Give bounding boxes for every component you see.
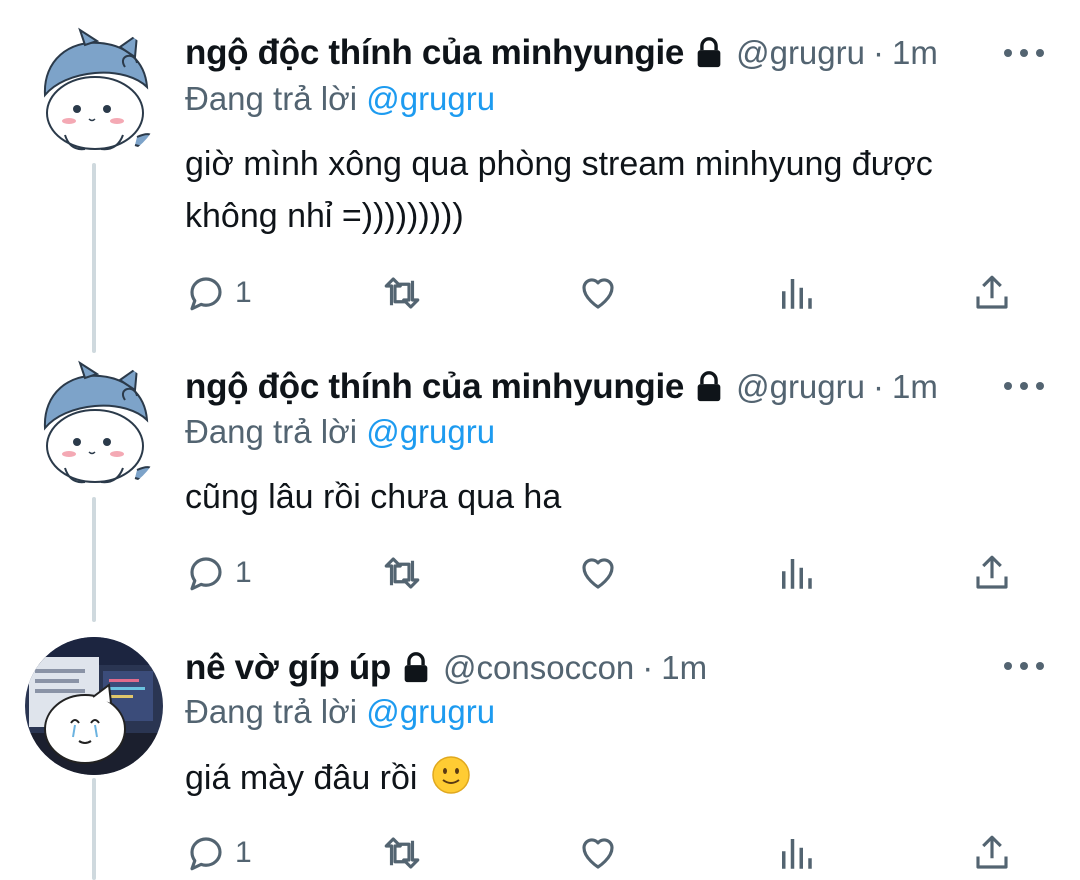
share-button[interactable] xyxy=(971,828,1013,878)
display-name[interactable]: ngộ độc thính của minhyungie xyxy=(185,33,684,73)
views-button[interactable] xyxy=(775,548,817,598)
thread-connector xyxy=(92,497,96,622)
replying-prefix: Đang trả lời xyxy=(185,413,358,450)
share-icon xyxy=(976,835,1008,869)
reply-icon xyxy=(190,557,222,591)
share-button[interactable] xyxy=(971,268,1013,318)
more-icon[interactable] xyxy=(1004,43,1044,63)
separator-dot: · xyxy=(872,368,884,405)
action-bar: 1 xyxy=(185,548,1025,598)
reply-button[interactable]: 1 xyxy=(185,268,252,318)
replying-to: Đang trả lời @grugru xyxy=(185,80,495,118)
cat-avatar-icon xyxy=(25,358,163,496)
slightly-smiling-face-icon xyxy=(432,756,470,794)
mention-link[interactable]: @grugru xyxy=(366,80,495,117)
like-button[interactable] xyxy=(577,828,619,878)
lock-icon xyxy=(404,652,428,683)
retweet-icon xyxy=(384,277,420,309)
replying-prefix: Đang trả lời xyxy=(185,80,358,117)
views-icon xyxy=(782,559,812,589)
separator-dot: · xyxy=(642,649,654,686)
tweet-text: cũng lâu rồi chưa qua ha xyxy=(185,478,562,516)
action-bar: 1 xyxy=(185,268,1025,318)
separator-dot: · xyxy=(872,34,884,71)
more-icon[interactable] xyxy=(1004,376,1044,396)
reply-icon xyxy=(190,277,222,311)
lock-icon xyxy=(697,37,721,68)
views-button[interactable] xyxy=(775,268,817,318)
timestamp[interactable]: 1m xyxy=(661,649,707,687)
action-bar: 1 xyxy=(185,828,1025,878)
views-button[interactable] xyxy=(775,828,817,878)
retweet-icon xyxy=(384,557,420,589)
timestamp[interactable]: 1m xyxy=(892,368,938,406)
reply-count: 1 xyxy=(235,276,252,309)
user-handle[interactable]: @consoccon xyxy=(443,649,634,687)
like-button[interactable] xyxy=(577,268,619,318)
replying-to: Đang trả lời @grugru xyxy=(185,413,495,451)
tweet-text-container: giá mày đâu rồi xyxy=(185,752,1025,804)
timestamp[interactable]: 1m xyxy=(892,34,938,72)
like-icon xyxy=(582,278,614,309)
reply-count: 1 xyxy=(235,836,252,869)
share-icon xyxy=(976,275,1008,309)
share-icon xyxy=(976,555,1008,589)
replying-prefix: Đang trả lời xyxy=(185,693,358,730)
mention-link[interactable]: @grugru xyxy=(366,413,495,450)
retweet-icon xyxy=(384,837,420,869)
lock-icon xyxy=(697,371,721,402)
user-handle[interactable]: @grugru xyxy=(736,368,865,406)
views-icon xyxy=(782,279,812,309)
reply-icon xyxy=(190,837,222,871)
share-button[interactable] xyxy=(971,548,1013,598)
avatar[interactable] xyxy=(25,358,163,496)
retweet-button[interactable] xyxy=(381,548,423,598)
avatar[interactable] xyxy=(25,25,163,163)
mention-link[interactable]: @grugru xyxy=(366,693,495,730)
user-handle[interactable]: @grugru xyxy=(736,34,865,72)
cat-avatar-icon xyxy=(25,25,163,163)
reply-count: 1 xyxy=(235,556,252,589)
thread-connector xyxy=(92,163,96,353)
avatar[interactable] xyxy=(25,637,163,775)
like-button[interactable] xyxy=(577,548,619,598)
retweet-button[interactable] xyxy=(381,268,423,318)
retweet-button[interactable] xyxy=(381,828,423,878)
crying-cat-avatar-icon xyxy=(25,637,163,775)
like-icon xyxy=(582,838,614,869)
views-icon xyxy=(782,839,812,869)
reply-button[interactable]: 1 xyxy=(185,828,252,878)
like-icon xyxy=(582,558,614,589)
more-icon[interactable] xyxy=(1004,656,1044,676)
tweet-text: giờ mình xông qua phòng stream minhyung … xyxy=(185,145,933,235)
reply-button[interactable]: 1 xyxy=(185,548,252,598)
display-name[interactable]: ngộ độc thính của minhyungie xyxy=(185,367,684,407)
replying-to: Đang trả lời @grugru xyxy=(185,693,495,731)
display-name[interactable]: nê vờ gíp úp xyxy=(185,648,391,688)
tweet-text: giá mày đâu rồi xyxy=(185,759,418,797)
thread-connector xyxy=(92,778,96,880)
